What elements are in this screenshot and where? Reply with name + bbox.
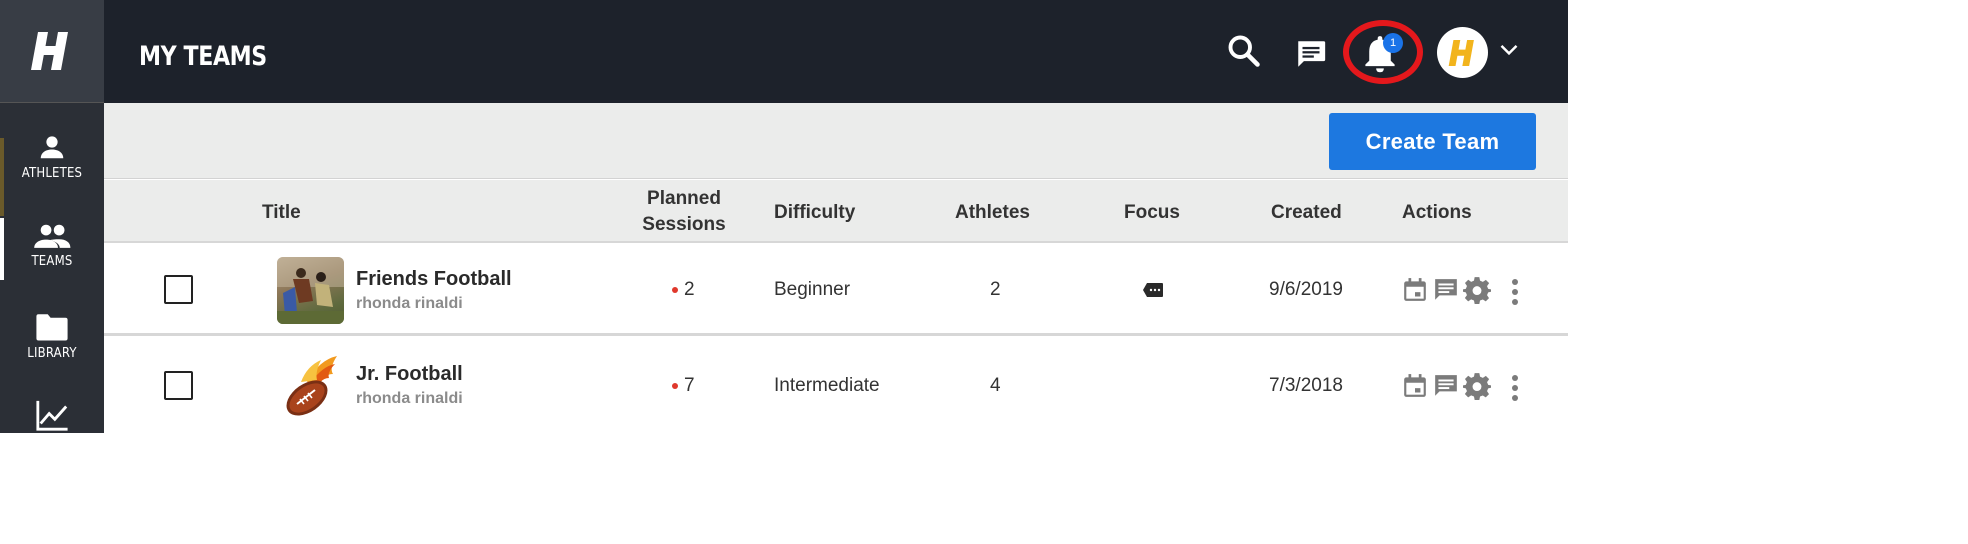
created-date: 9/6/2019 [1269, 279, 1343, 300]
folder-icon [36, 314, 68, 341]
logo-h-icon [1448, 39, 1474, 66]
row-checkbox[interactable] [164, 371, 193, 400]
app-logo[interactable] [0, 0, 104, 103]
page-title: MY TEAMS [139, 41, 267, 72]
athlete-count: 2 [990, 279, 1001, 300]
logo-h-icon [31, 32, 68, 70]
person-icon [40, 136, 64, 159]
avatar[interactable] [1437, 27, 1488, 78]
column-header-created[interactable]: Created [1271, 200, 1342, 226]
chat-icon[interactable] [1294, 37, 1328, 71]
planned-sessions: 2 [684, 279, 695, 300]
column-header-focus[interactable]: Focus [1124, 200, 1180, 226]
gear-icon[interactable] [1463, 372, 1491, 400]
sidebar: ATHLETES TEAMS LIBRARY [0, 0, 104, 433]
team-owner: rhonda rinaldi [356, 390, 463, 407]
chat-icon[interactable] [1432, 373, 1460, 399]
group-icon [34, 224, 71, 248]
calendar-icon[interactable] [1402, 277, 1428, 303]
column-header-line: Planned [647, 188, 721, 209]
difficulty: Intermediate [774, 375, 880, 396]
column-header-planned-sessions[interactable]: Planned Sessions [634, 186, 734, 238]
flaming-football-icon [286, 356, 337, 416]
column-header-difficulty[interactable]: Difficulty [774, 200, 855, 226]
team-photo [277, 352, 344, 419]
planned-sessions: 7 [684, 375, 695, 396]
sidebar-item-label: ATHLETES [21, 166, 83, 181]
sidebar-item-label: TEAMS [31, 254, 73, 269]
team-photo [277, 257, 344, 324]
sidebar-item-teams[interactable]: TEAMS [0, 222, 104, 269]
more-vertical-icon[interactable] [1508, 277, 1522, 307]
toolbar: Create Team [104, 103, 1568, 179]
sidebar-item-library[interactable]: LIBRARY [0, 312, 104, 361]
more-vertical-icon[interactable] [1508, 373, 1522, 403]
table-header: Title Planned Sessions Difficulty Athlet… [104, 180, 1568, 243]
tag-icon [1143, 283, 1163, 297]
team-name[interactable]: Jr. Football [356, 363, 463, 386]
football-players-image [277, 257, 344, 324]
column-header-line: Sessions [642, 214, 726, 235]
difficulty: Beginner [774, 279, 851, 300]
chat-icon[interactable] [1432, 277, 1460, 303]
team-owner: rhonda rinaldi [356, 295, 463, 312]
highlight-ring [1343, 20, 1423, 84]
row-checkbox[interactable] [164, 275, 193, 304]
gear-icon[interactable] [1463, 276, 1491, 304]
athlete-count: 4 [990, 375, 1001, 396]
chart-icon [36, 400, 68, 431]
column-header-title[interactable]: Title [262, 200, 301, 226]
sidebar-item-analytics[interactable] [0, 398, 104, 432]
search-icon[interactable] [1226, 33, 1262, 69]
chevron-down-icon[interactable] [1498, 40, 1520, 60]
table-row[interactable]: Jr. Football rhonda rinaldi 7 Intermedia… [104, 338, 1568, 433]
calendar-icon[interactable] [1402, 373, 1428, 399]
column-header-athletes[interactable]: Athletes [955, 200, 1030, 226]
created-date: 7/3/2018 [1269, 375, 1343, 396]
column-header-actions: Actions [1402, 202, 1472, 223]
table-row[interactable]: Friends Football rhonda rinaldi 2 Beginn… [104, 243, 1568, 336]
sidebar-item-athletes[interactable]: ATHLETES [0, 132, 104, 181]
status-dot [672, 287, 678, 293]
status-dot [672, 383, 678, 389]
create-team-button[interactable]: Create Team [1329, 113, 1536, 170]
sidebar-item-label: LIBRARY [27, 346, 77, 361]
team-name[interactable]: Friends Football [356, 268, 512, 291]
